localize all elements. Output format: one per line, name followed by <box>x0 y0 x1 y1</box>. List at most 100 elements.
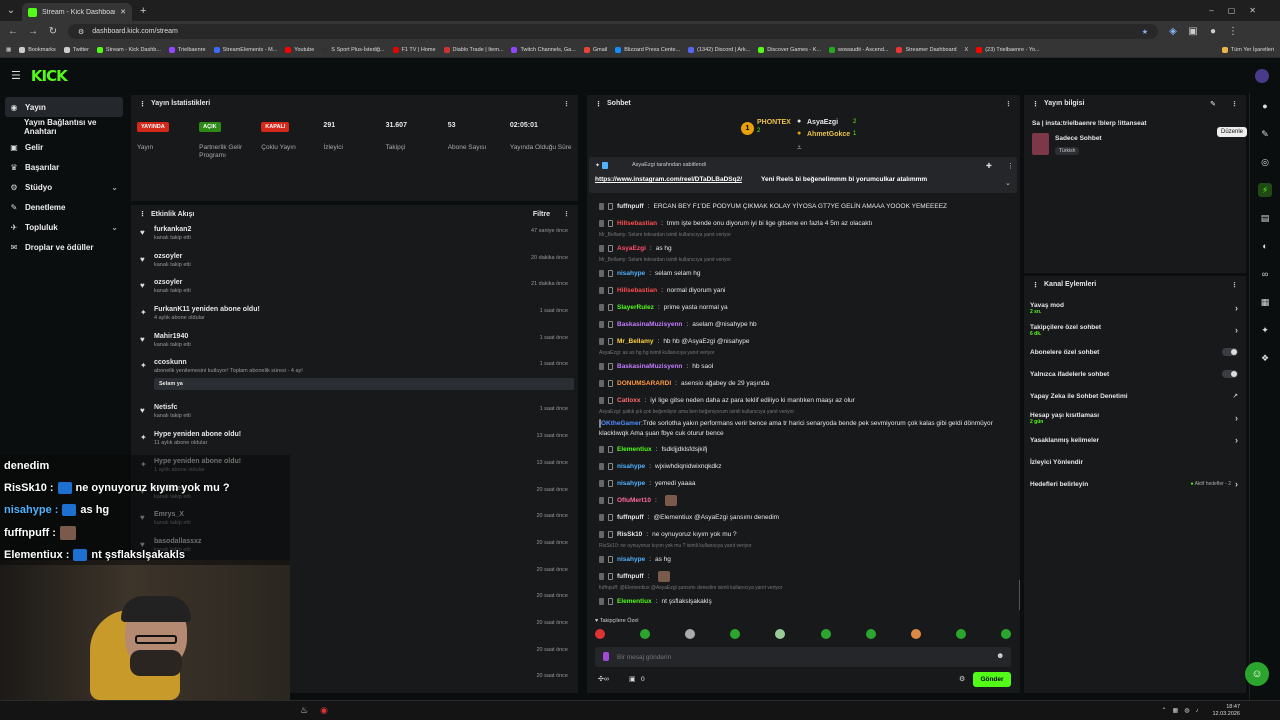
unpin-icon[interactable]: ✚ <box>986 162 992 170</box>
chevron-right-icon[interactable]: › <box>1235 435 1238 445</box>
chat-username[interactable]: BaskasinaMuzisyenn <box>617 321 682 328</box>
chat-username[interactable]: OfluMert10 <box>617 497 651 504</box>
chat-scrollbar[interactable] <box>1019 580 1020 610</box>
bookmark-item[interactable]: Twitch Channels, Ga... <box>511 46 576 53</box>
chat-message[interactable]: OfluMert10: <box>587 492 1020 509</box>
bookmark-item[interactable]: Bookmarks <box>19 46 56 53</box>
chat-username[interactable]: nisahype <box>617 463 645 470</box>
bookmark-item[interactable]: X <box>965 47 969 53</box>
emote-icon[interactable] <box>685 629 696 639</box>
new-tab-icon[interactable]: + <box>140 5 146 17</box>
activity-item[interactable]: ♥ ozsoyler kanalı takip etti 20 dakika önce <box>131 250 578 277</box>
gifter-name[interactable]: AhmetGokce <box>807 131 850 138</box>
grip-icon[interactable]: ⋮ <box>1032 100 1039 108</box>
chevron-right-icon[interactable]: › <box>1235 479 1238 489</box>
chat-username[interactable]: SlayerRulez <box>617 304 654 311</box>
chat-message[interactable]: OKtheGamer:Trde sorlotha yakın performan… <box>587 417 1020 441</box>
expand-icon[interactable]: ⩡ <box>797 143 802 153</box>
chat-message[interactable]: Hillsebastian: tmm işte bende onu diyorum… <box>587 215 1020 232</box>
toggle-switch[interactable] <box>1222 348 1238 356</box>
chat-message[interactable]: Mr_Bellamy: hb hb @AsyaEzgi @nisahype <box>587 333 1020 350</box>
edit-pencil-icon[interactable]: ✎ <box>1210 100 1216 108</box>
app-icon[interactable]: ◉ <box>320 705 328 716</box>
bookmark-item[interactable]: (23) Trielbaenre - Yo... <box>976 46 1040 53</box>
chat-username[interactable]: DONUMSARARDI <box>617 380 671 387</box>
channel-action-item[interactable]: Takipçilere özel sohbet 6 dk. › <box>1024 319 1246 341</box>
chevron-right-icon[interactable]: › <box>1235 325 1238 335</box>
sidebar-item-denetleme[interactable]: ✎ Denetleme <box>0 197 128 217</box>
chat-username[interactable]: BaskasinaMuzisyenn <box>617 363 682 370</box>
chat-username[interactable]: AsyaEzgi <box>617 245 646 252</box>
avatar[interactable] <box>1255 68 1269 83</box>
bookmark-item[interactable]: wowaudit - Ascend... <box>829 46 888 53</box>
chat-input[interactable] <box>617 649 987 665</box>
chat-message[interactable]: DONUMSARARDI: asensio ağabey de 29 yaşınd… <box>587 375 1020 392</box>
category-name[interactable]: Sadece Sohbet <box>1055 135 1102 142</box>
chat-message[interactable]: SlayerRulez: prime yasta normal ya <box>587 299 1020 316</box>
sidebar-item-topluluk[interactable]: ✈ Topluluk ⌄ <box>0 217 128 237</box>
channel-action-item[interactable]: Yasaklanmış kelimeler › <box>1024 429 1246 451</box>
edit-icon[interactable]: ✎ <box>1258 127 1272 141</box>
close-tab-icon[interactable]: ✕ <box>120 8 126 16</box>
emote-icon[interactable] <box>910 629 921 639</box>
sidebar-item-yayin[interactable]: ◉ Yayın <box>5 97 123 117</box>
bookmark-item[interactable]: Streamer Dashboard <box>896 46 957 53</box>
chat-message[interactable]: Catloxx: iyi lige gitse neden daha az par… <box>587 392 1020 409</box>
channel-action-item[interactable]: Yapay Zeka ile Sohbet Denetimi ↗ <box>1024 385 1246 407</box>
emote-icon[interactable] <box>820 629 831 639</box>
chevron-right-icon[interactable]: › <box>1235 413 1238 423</box>
chat-message[interactable]: nisahype: wjxiwhdiqnidwixnqkdkz <box>587 458 1020 475</box>
chat-username[interactable]: Elementiux <box>617 446 652 453</box>
chat-message[interactable]: BaskasinaMuzisyenn: aselam @nisahype hb <box>587 316 1020 333</box>
channel-action-item[interactable]: Hedefleri belirleyin ● Aktif hedefler - 2… <box>1024 473 1246 495</box>
chat-username[interactable]: fuffnpuff <box>617 514 644 521</box>
chevron-down-icon[interactable]: ⌄ <box>1005 179 1011 187</box>
chat-message[interactable]: RisSk10: ne oynuyoruz kıyım yok mu ? <box>587 526 1020 543</box>
bookmark-item[interactable]: Blizzard Press Cente... <box>615 46 680 53</box>
sidebar-item-gelir[interactable]: ▣ Gelir <box>0 137 128 157</box>
category-thumbnail[interactable] <box>1032 133 1049 155</box>
chat-message[interactable]: AsyaEzgi: as hg <box>587 240 1020 257</box>
chat-username[interactable]: RisSk10 <box>617 531 642 538</box>
bookmark-item[interactable]: F1 TV | Home <box>392 46 436 53</box>
target-icon[interactable]: ◎ <box>1258 155 1272 169</box>
system-tray-icons[interactable]: ⌃▦◍♪ <box>1162 707 1205 714</box>
browser-tab[interactable]: Stream - Kick Dashboard ✕ <box>22 3 132 21</box>
chat-username[interactable]: Hillsebastian <box>617 220 657 227</box>
extensions-puzzle-icon[interactable]: ▣ <box>1188 26 1198 37</box>
gifter-name[interactable]: PHONTEX <box>757 119 791 126</box>
sidebar-item-stream-key[interactable]: Yayın Bağlantısı ve Anahtarı <box>0 117 128 137</box>
link-icon[interactable]: ∞ <box>1258 267 1272 281</box>
chat-message[interactable]: nisahype: selam selam hg <box>587 265 1020 282</box>
chat-username[interactable]: nisahype <box>617 270 645 277</box>
bookmark-item[interactable]: Gmail <box>583 46 607 53</box>
help-chat-icon[interactable]: ☺ <box>1245 662 1269 686</box>
chat-username[interactable]: nisahype <box>617 480 645 487</box>
chat-input-box[interactable]: ☻ <box>595 647 1011 667</box>
activity-item[interactable]: ✦ ccoskunn abonelik yenilemesini kutluyor!… <box>131 356 578 401</box>
chat-message[interactable]: BaskasinaMuzisyenn: hb saol <box>587 358 1020 375</box>
activity-item[interactable]: ♥ furkankan2 kanalı takip etti 47 saniye ön… <box>131 223 578 250</box>
apps-icon[interactable]: ❖ <box>1258 351 1272 365</box>
emote-icon[interactable] <box>1000 629 1011 639</box>
send-button[interactable]: Gönder <box>973 672 1011 687</box>
tab-menu-icon[interactable]: ⌄ <box>6 5 16 16</box>
bookmark-item[interactable]: Diablo Trade | Item... <box>443 46 503 53</box>
sidebar-item-basarilar[interactable]: ♛ Başarılar <box>0 157 128 177</box>
more-options-icon[interactable]: ⋮ <box>1005 100 1012 108</box>
emote-icon[interactable] <box>775 629 786 639</box>
pinned-link[interactable]: https://www.instagram.com/reel/DTaDLBaDS… <box>595 176 742 183</box>
chat-username[interactable]: Mr_Bellamy <box>617 338 654 345</box>
sidebar-item-studyo[interactable]: ⚙ Stüdyo ⌄ <box>0 177 128 197</box>
channel-action-item[interactable]: Yavaş mod 2 sn. › <box>1024 297 1246 319</box>
chat-username[interactable]: Hillsebastian <box>617 287 657 294</box>
emote-icon[interactable] <box>730 629 741 639</box>
chat-message[interactable]: nisahype: as hg <box>587 551 1020 568</box>
bookmark-item[interactable]: StreamElements - M... <box>213 46 277 53</box>
channel-action-item[interactable]: Abonelere özel sohbet <box>1024 341 1246 363</box>
channel-action-item[interactable]: Hesap yaşı kısıtlaması 2 gün › <box>1024 407 1246 429</box>
apps-grid-icon[interactable]: ▦ <box>6 47 11 53</box>
more-options-icon[interactable]: ⋮ <box>563 100 570 108</box>
chat-username[interactable]: nisahype <box>617 556 645 563</box>
emote-picker-icon[interactable]: ✣∞ <box>598 675 609 683</box>
